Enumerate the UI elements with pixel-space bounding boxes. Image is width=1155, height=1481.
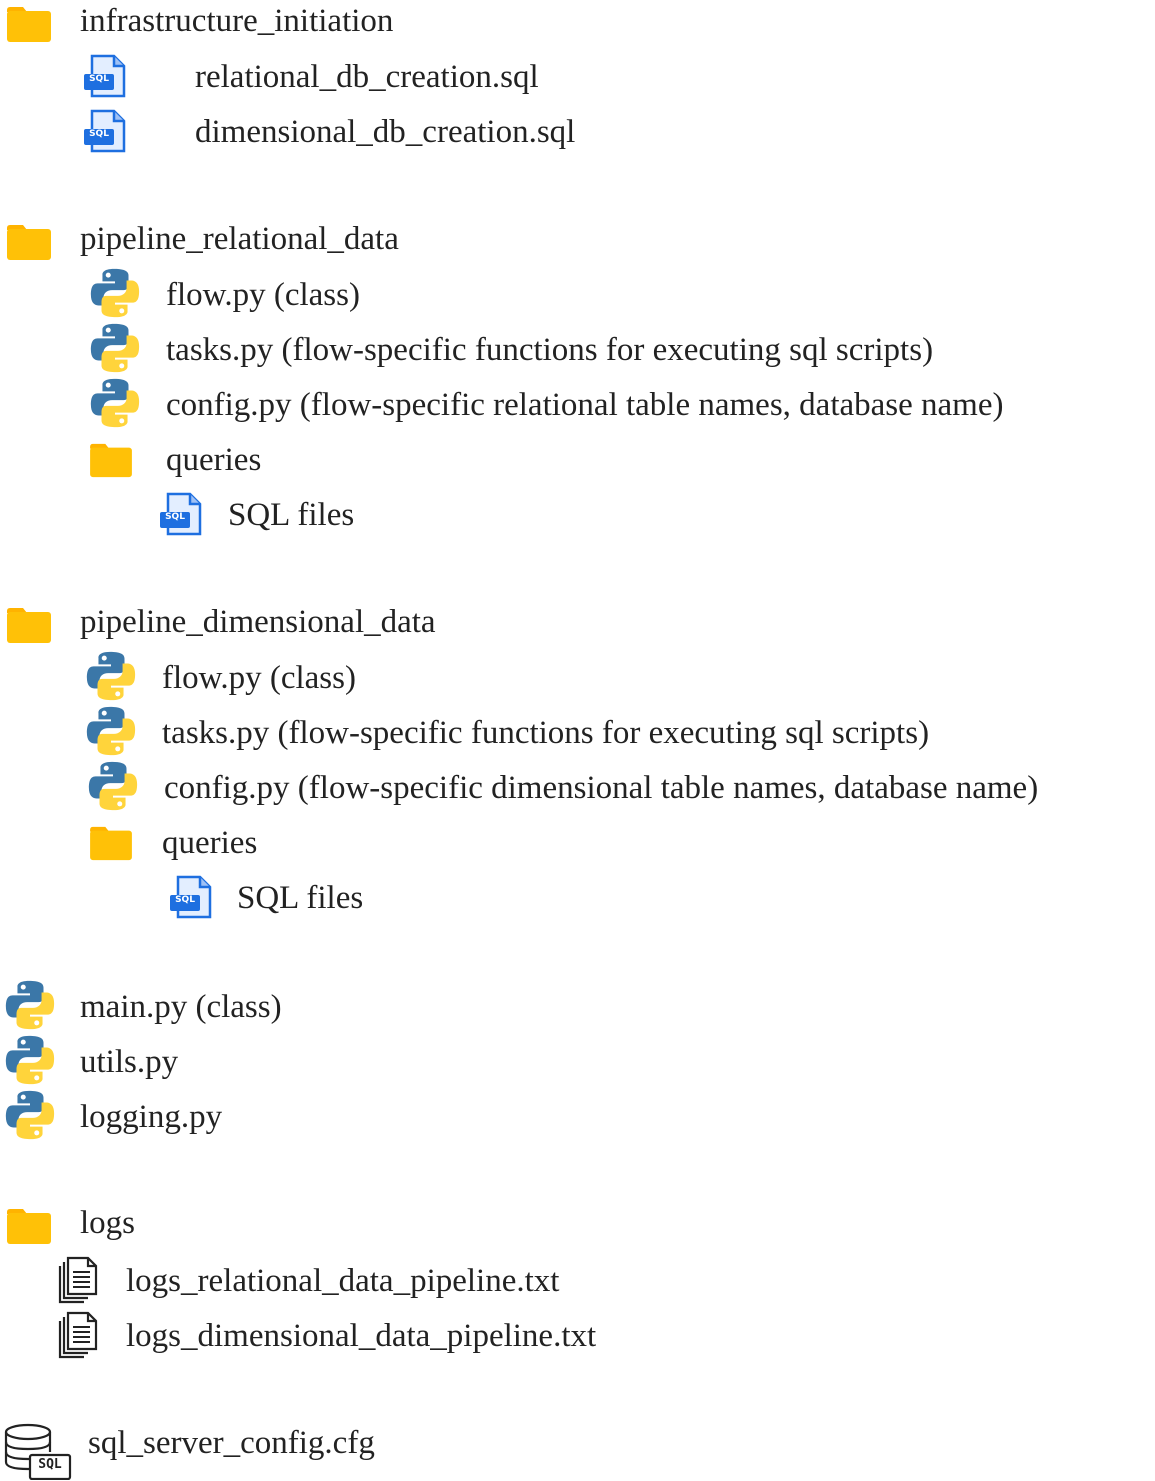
file-label: logging.py: [80, 1099, 223, 1135]
folder-label: pipeline_dimensional_data: [80, 604, 436, 640]
sql-file-icon-text: SQL: [175, 895, 195, 905]
python-icon: [88, 321, 142, 375]
sql-file-icon-text: SQL: [165, 512, 185, 522]
file-label: tasks.py (flow-specific functions for ex…: [162, 715, 930, 751]
folder-label: infrastructure_initiation: [80, 3, 394, 39]
sql-file-icon-text: SQL: [89, 129, 109, 139]
folder-icon: [5, 222, 53, 262]
file-label: config.py (flow-specific relational tabl…: [166, 387, 1004, 423]
python-icon: [88, 376, 142, 430]
folder-label: logs: [80, 1205, 136, 1241]
text-file-icon: [56, 1311, 100, 1361]
file-label: flow.py (class): [162, 660, 356, 696]
folder-icon: [5, 605, 53, 645]
folder-label: queries: [162, 825, 258, 861]
file-label: main.py (class): [80, 989, 282, 1025]
sql-file-icon: SQL: [168, 875, 216, 919]
file-label: utils.py: [80, 1044, 179, 1080]
folder-label: pipeline_relational_data: [80, 221, 399, 257]
sql-file-icon: SQL: [158, 492, 206, 536]
folder-label: queries: [166, 442, 262, 478]
python-icon: [3, 1033, 57, 1087]
file-label: tasks.py (flow-specific functions for ex…: [166, 332, 934, 368]
text-file-icon: [56, 1256, 100, 1306]
sql-file-icon: SQL: [82, 54, 130, 98]
file-tree-diagram: { "tree": { "infrastructure": { "folder"…: [0, 0, 1155, 1481]
database-icon: SQL: [2, 1422, 72, 1480]
folder-icon: [5, 4, 53, 44]
file-label: relational_db_creation.sql: [195, 59, 539, 95]
file-label: flow.py (class): [166, 277, 360, 313]
sql-file-icon-text: SQL: [89, 74, 109, 84]
file-label: SQL files: [237, 880, 364, 916]
python-icon: [84, 704, 138, 758]
python-icon: [84, 649, 138, 703]
python-icon: [3, 1088, 57, 1142]
python-icon: [86, 759, 140, 813]
python-icon: [88, 266, 142, 320]
database-icon-text: SQL: [38, 1457, 62, 1472]
python-icon: [3, 978, 57, 1032]
file-label: dimensional_db_creation.sql: [195, 114, 576, 150]
folder-icon: [88, 824, 134, 862]
file-label: logs_dimensional_data_pipeline.txt: [126, 1318, 597, 1354]
folder-icon: [5, 1206, 53, 1246]
folder-icon: [88, 441, 134, 479]
file-label: SQL files: [228, 497, 355, 533]
file-label: logs_relational_data_pipeline.txt: [126, 1263, 560, 1299]
file-label: sql_server_config.cfg: [88, 1425, 375, 1461]
sql-file-icon: SQL: [82, 109, 130, 153]
file-label: config.py (flow-specific dimensional tab…: [164, 770, 1039, 806]
